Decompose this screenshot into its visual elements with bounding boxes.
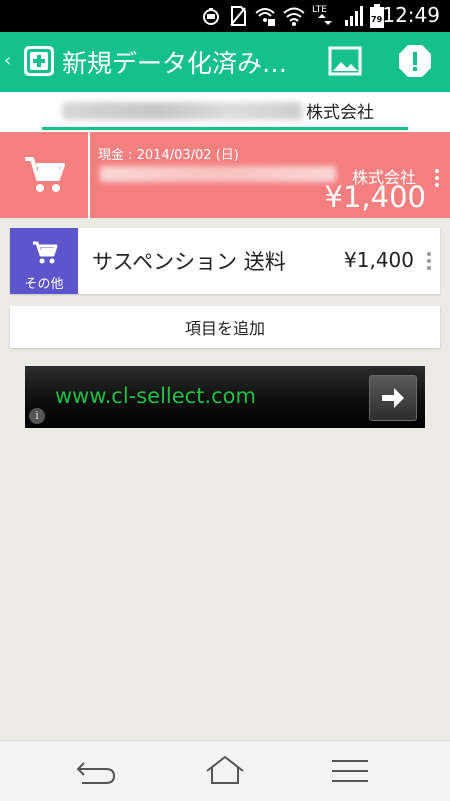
data-arrows-icon xyxy=(318,14,332,25)
status-icons: LTE 79 xyxy=(200,4,384,28)
ad-open-button[interactable] xyxy=(369,375,417,421)
shopping-cart-icon xyxy=(25,157,65,192)
shopping-cart-icon xyxy=(33,241,58,264)
image-icon xyxy=(328,46,362,76)
no-sim-icon xyxy=(230,6,246,26)
summary-cart xyxy=(0,132,90,218)
back-chevron-icon[interactable]: ‹ xyxy=(4,50,11,71)
list-item[interactable]: その他 サスペンション 送料 ¥1,400 xyxy=(10,228,440,294)
summary-redacted-text xyxy=(100,166,336,182)
image-button[interactable] xyxy=(328,46,362,76)
tab-indicator xyxy=(42,127,408,130)
summary-amount: ¥1,400 xyxy=(324,180,426,214)
summary-meta: 現金 : 2014/03/02 (日) xyxy=(98,148,239,163)
ad-banner[interactable]: www.cl-sellect.com i xyxy=(25,366,425,428)
signal-icon xyxy=(345,6,363,26)
item-category-label: その他 xyxy=(24,277,64,292)
receipt-summary-card[interactable]: 現金 : 2014/03/02 (日) 株式会社 ¥1,400 xyxy=(0,132,450,218)
tab-redacted-text xyxy=(62,102,302,120)
page-title: 新規データ化済み… xyxy=(62,49,288,78)
menu-icon xyxy=(332,760,368,782)
arrow-right-icon xyxy=(382,388,404,408)
alert-button[interactable] xyxy=(398,44,432,78)
item-name: サスペンション 送料 xyxy=(92,250,286,274)
more-options-icon[interactable] xyxy=(434,168,440,192)
wifi-icon xyxy=(283,7,305,26)
home-icon xyxy=(206,755,244,784)
battery-level: 79 xyxy=(371,15,383,24)
wifi-calling-icon xyxy=(255,8,275,26)
tab-row: 株式会社 xyxy=(0,92,450,133)
lte-signal: LTE xyxy=(312,5,338,27)
nav-back-button[interactable] xyxy=(68,753,128,789)
nav-menu-button[interactable] xyxy=(320,753,380,789)
add-item-button[interactable]: 項目を追加 xyxy=(10,306,440,348)
more-options-icon[interactable] xyxy=(426,251,432,275)
tab-company[interactable]: 株式会社 xyxy=(306,98,374,123)
status-bar: LTE 79 12:49 xyxy=(0,0,450,32)
data-saver-icon xyxy=(203,8,219,25)
nav-home-button[interactable] xyxy=(195,753,255,789)
ad-info-icon[interactable]: i xyxy=(29,408,45,424)
app-logo-icon[interactable] xyxy=(24,46,54,76)
ad-url[interactable]: www.cl-sellect.com xyxy=(55,384,256,408)
item-amount: ¥1,400 xyxy=(344,248,414,272)
app-bar: ‹ 新規データ化済み… xyxy=(0,32,450,92)
back-icon xyxy=(76,762,116,784)
alert-icon xyxy=(399,45,431,77)
clock: 12:49 xyxy=(382,3,440,27)
item-category: その他 xyxy=(10,228,78,294)
system-nav-bar xyxy=(0,740,450,801)
